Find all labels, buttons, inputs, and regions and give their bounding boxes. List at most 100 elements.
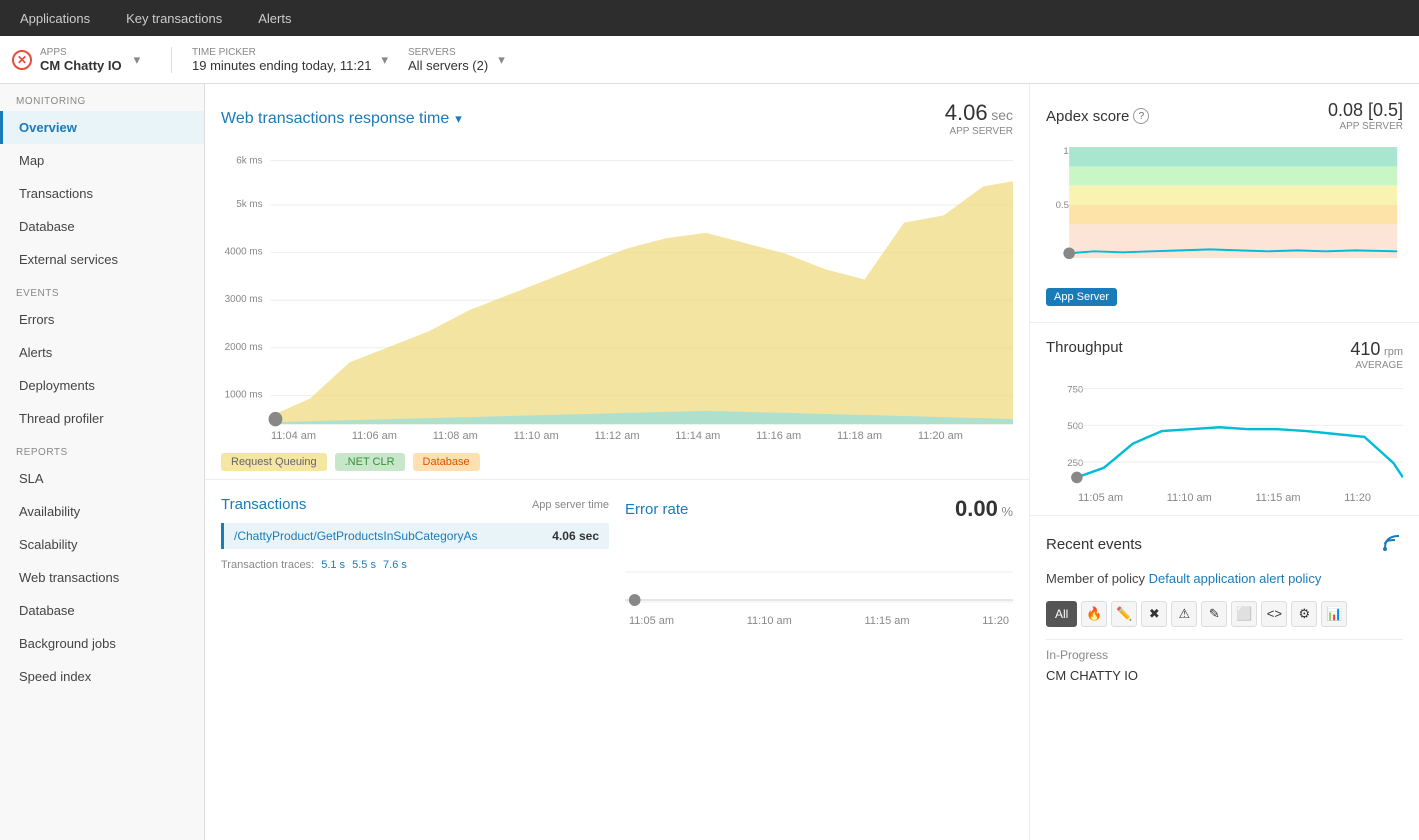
- sidebar-item-map[interactable]: Map: [0, 144, 204, 177]
- bottom-row: Transactions App server time /ChattyProd…: [205, 480, 1029, 628]
- throughput-chart-marker[interactable]: [1071, 472, 1083, 484]
- apdex-chart-marker[interactable]: [1063, 247, 1075, 259]
- svg-text:5k ms: 5k ms: [236, 199, 262, 210]
- svg-text:3000 ms: 3000 ms: [225, 294, 263, 305]
- nav-applications[interactable]: Applications: [12, 0, 98, 36]
- filter-chart-icon[interactable]: 📊: [1321, 601, 1347, 627]
- x-label-2: 11:08 am: [433, 430, 478, 442]
- recent-events-title: Recent events: [1046, 536, 1142, 553]
- filter-x-icon[interactable]: ✖: [1141, 601, 1167, 627]
- error-rate-value: 0.00: [955, 496, 998, 521]
- sidebar-item-thread-profiler[interactable]: Thread profiler: [0, 402, 204, 435]
- throughput-chart-svg: 750 500 250: [1046, 379, 1403, 489]
- svg-text:250: 250: [1067, 458, 1083, 469]
- svg-text:1000 ms: 1000 ms: [225, 389, 263, 400]
- sidebar-item-sla[interactable]: SLA: [0, 462, 204, 495]
- error-rate-title[interactable]: Error rate: [625, 501, 688, 518]
- legend-net-clr[interactable]: .NET CLR: [335, 453, 405, 471]
- filter-pencil-icon[interactable]: ✎: [1201, 601, 1227, 627]
- svg-text:750: 750: [1067, 385, 1083, 396]
- top-transaction-row[interactable]: /ChattyProduct/GetProductsInSubCategoryA…: [221, 523, 609, 549]
- filter-code-icon[interactable]: <>: [1261, 601, 1287, 627]
- throughput-avg-label: AVERAGE: [1350, 360, 1403, 371]
- filter-edit-icon[interactable]: ✏️: [1111, 601, 1137, 627]
- chart-legend: Request Queuing .NET CLR Database: [221, 453, 1013, 471]
- servers-picker[interactable]: SERVERS All servers (2) ▾: [408, 47, 505, 73]
- transaction-name: /ChattyProduct/GetProductsInSubCategoryA…: [234, 529, 477, 543]
- sidebar-item-alerts[interactable]: Alerts: [0, 336, 204, 369]
- error-x-2: 11:15 am: [865, 615, 910, 627]
- throughput-x-3: 11:20: [1344, 492, 1371, 504]
- apdex-chart-area: 1 0.5: [1046, 140, 1403, 280]
- sidebar-item-availability[interactable]: Availability: [0, 495, 204, 528]
- sidebar-item-background-jobs[interactable]: Background jobs: [0, 627, 204, 660]
- svg-text:2000 ms: 2000 ms: [225, 342, 263, 353]
- error-x-0: 11:05 am: [629, 615, 674, 627]
- sidebar-item-database[interactable]: Database: [0, 210, 204, 243]
- apdex-sub-label: APP SERVER: [1328, 121, 1403, 132]
- x-label-4: 11:12 am: [594, 430, 639, 442]
- filter-gear-icon[interactable]: ⚙: [1291, 601, 1317, 627]
- error-rate-header: Error rate 0.00 %: [625, 496, 1013, 522]
- svg-text:4000 ms: 4000 ms: [225, 246, 263, 257]
- policy-link[interactable]: Default application alert policy: [1149, 571, 1322, 586]
- apdex-meta: 0.08 [0.5] APP SERVER: [1328, 100, 1403, 132]
- app-name: CM Chatty IO: [40, 58, 122, 73]
- trace-link-0[interactable]: 5.1 s: [321, 559, 345, 571]
- apdex-title-text: Apdex score: [1046, 108, 1129, 125]
- filter-all-button[interactable]: All: [1046, 601, 1077, 627]
- policy-text-prefix: Member of policy: [1046, 571, 1145, 586]
- apdex-info-icon[interactable]: ?: [1133, 108, 1149, 124]
- trace-link-1[interactable]: 5.5 s: [352, 559, 376, 571]
- recent-events-header: Recent events: [1046, 532, 1403, 557]
- main-chart-svg: 6k ms 5k ms 4000 ms 3000 ms 2000 ms 1000…: [221, 145, 1013, 445]
- transactions-title[interactable]: Transactions: [221, 496, 306, 513]
- recent-events-section: Recent events Member of policy Default a…: [1030, 516, 1419, 699]
- nav-alerts[interactable]: Alerts: [250, 0, 299, 36]
- trace-link-2[interactable]: 7.6 s: [383, 559, 407, 571]
- nav-key-transactions[interactable]: Key transactions: [118, 0, 230, 36]
- filter-fire-icon[interactable]: 🔥: [1081, 601, 1107, 627]
- chart-title[interactable]: Web transactions response time ▾: [221, 110, 462, 128]
- throughput-unit: rpm: [1384, 346, 1403, 358]
- app-server-badge[interactable]: App Server: [1046, 288, 1117, 306]
- top-nav: Applications Key transactions Alerts: [0, 0, 1419, 36]
- legend-request-queuing[interactable]: Request Queuing: [221, 453, 327, 471]
- apdex-chart-svg: 1 0.5: [1046, 140, 1403, 270]
- throughput-chart-area: 750 500 250 11:05 am 11:10 am 11:15 am 1…: [1046, 379, 1403, 499]
- events-section-label: EVENTS: [0, 276, 204, 303]
- error-chart-marker[interactable]: [629, 594, 641, 606]
- x-label-0: 11:04 am: [271, 430, 316, 442]
- chart-left-marker[interactable]: [269, 412, 283, 426]
- time-picker-value: 19 minutes ending today, 11:21: [192, 58, 371, 73]
- svg-text:1: 1: [1063, 146, 1068, 157]
- chart-title-chevron-icon[interactable]: ▾: [455, 111, 462, 127]
- chart-sub-label: APP SERVER: [945, 126, 1013, 137]
- main-chart-area: 6k ms 5k ms 4000 ms 3000 ms 2000 ms 1000…: [221, 145, 1013, 445]
- x-label-7: 11:18 am: [837, 430, 882, 442]
- error-chart-area: 11:05 am 11:10 am 11:15 am 11:20: [625, 532, 1013, 612]
- throughput-x-2: 11:15 am: [1256, 492, 1301, 504]
- apdex-value: 0.08 [0.5]: [1328, 100, 1403, 121]
- sidebar-item-external-services[interactable]: External services: [0, 243, 204, 276]
- filter-monitor-icon[interactable]: ⬜: [1231, 601, 1257, 627]
- time-picker[interactable]: TIME PICKER 19 minutes ending today, 11:…: [192, 47, 388, 73]
- sidebar-item-db[interactable]: Database: [0, 594, 204, 627]
- sidebar-item-deployments[interactable]: Deployments: [0, 369, 204, 402]
- error-rate-section: Error rate 0.00 % 11:05 am: [625, 496, 1013, 612]
- sidebar-item-errors[interactable]: Errors: [0, 303, 204, 336]
- sidebar-item-transactions[interactable]: Transactions: [0, 177, 204, 210]
- filter-warning-icon[interactable]: ⚠: [1171, 601, 1197, 627]
- legend-database[interactable]: Database: [413, 453, 480, 471]
- sidebar-item-web-transactions[interactable]: Web transactions: [0, 561, 204, 594]
- servers-label: SERVERS: [408, 47, 488, 58]
- x-label-1: 11:06 am: [352, 430, 397, 442]
- app-selector[interactable]: ✕ APPS CM Chatty IO ▾: [12, 47, 172, 73]
- throughput-x-labels: 11:05 am 11:10 am 11:15 am 11:20: [1046, 492, 1403, 504]
- app-bar: ✕ APPS CM Chatty IO ▾ TIME PICKER 19 min…: [0, 36, 1419, 84]
- sidebar-item-scalability[interactable]: Scalability: [0, 528, 204, 561]
- sidebar-item-speed-index[interactable]: Speed index: [0, 660, 204, 693]
- sidebar-item-overview[interactable]: Overview: [0, 111, 204, 144]
- throughput-value: 410 rpm AVERAGE: [1350, 339, 1403, 371]
- apps-label: APPS: [40, 47, 122, 58]
